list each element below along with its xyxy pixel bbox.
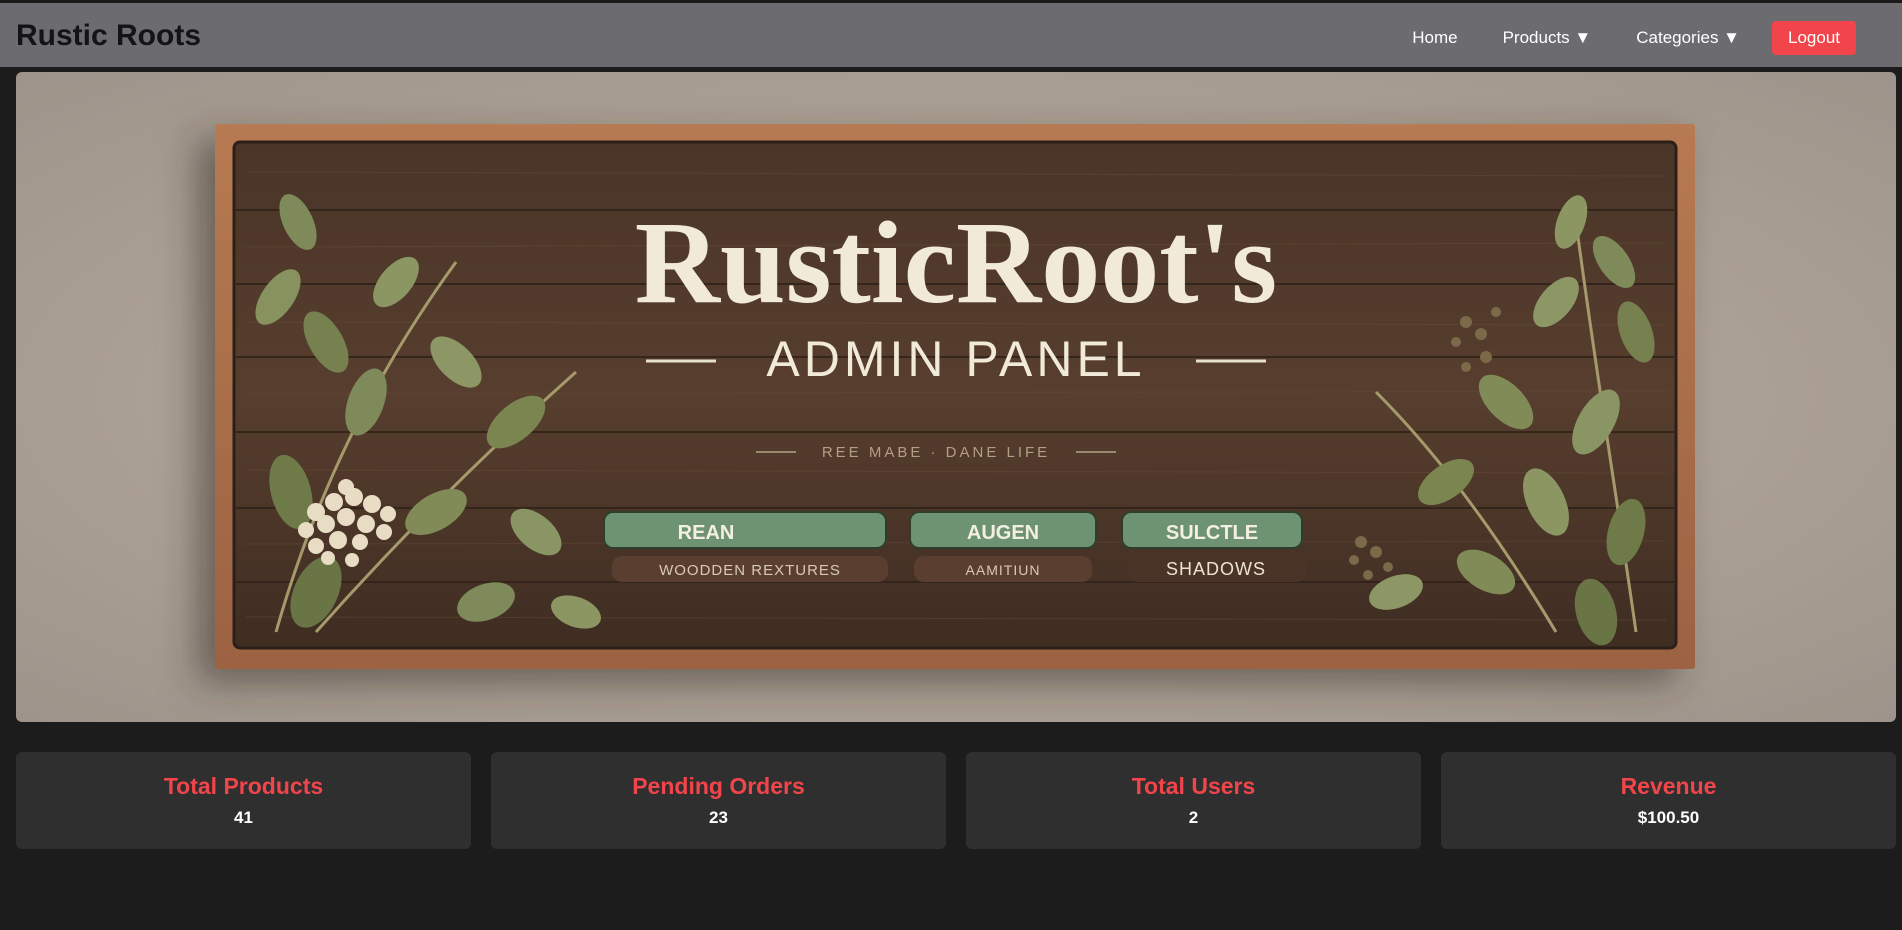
brand-logo-text[interactable]: Rustic Roots: [16, 19, 201, 53]
stat-card-value: 41: [234, 808, 253, 827]
logout-button[interactable]: Logout: [1772, 21, 1856, 55]
banner-tag-1-sub: WOODDEN REXTURES: [659, 562, 841, 579]
stat-card-revenue: Revenue $100.50: [1441, 752, 1896, 849]
banner-title: RusticRoot's: [635, 197, 1277, 328]
banner-subtitle: ADMIN PANEL: [766, 331, 1145, 387]
stat-card-title: Pending Orders: [632, 773, 805, 799]
stat-card-title: Total Products: [163, 773, 324, 799]
banner-tag-3-label: SULCTLE: [1166, 522, 1258, 544]
stat-card-value: 23: [709, 808, 728, 827]
banner-tag-3: SULCTLE SHADOWS: [1121, 511, 1306, 582]
stat-card-title: Revenue: [1620, 773, 1717, 799]
nav-home-link[interactable]: Home: [1412, 28, 1457, 48]
banner-tag-1-label: REAN: [678, 522, 735, 544]
banner-tag-1: REAN WOODDEN REXTURES: [603, 511, 888, 582]
banner-tag-3-sub: SHADOWS: [1166, 559, 1266, 579]
nav-categories-dropdown[interactable]: Categories ▼: [1636, 28, 1740, 48]
banner-tag-2: AUGEN AAMITIUN: [909, 511, 1097, 582]
main-nav: Home Products ▼ Categories ▼ Logout: [1367, 21, 1856, 55]
banner-tagline: REE MABE · DANE LIFE: [822, 444, 1050, 461]
stat-card-value: 2: [1188, 808, 1199, 827]
top-navbar: Rustic Roots Home Products ▼ Categories …: [0, 0, 1902, 67]
stats-cards: Total Products 41 Pending Orders 23 Tota…: [16, 752, 1896, 849]
stat-card-total-products: Total Products 41: [16, 752, 471, 849]
stat-card-pending-orders: Pending Orders 23: [491, 752, 946, 849]
stat-card-value: $100.50: [1637, 808, 1700, 827]
nav-products-dropdown[interactable]: Products ▼: [1503, 28, 1592, 48]
banner-tag-2-sub: AAMITIUN: [966, 562, 1041, 578]
stat-card-title: Total Users: [1131, 773, 1256, 799]
stat-card-total-users: Total Users 2: [966, 752, 1421, 849]
hero-banner-image: RusticRoot's ADMIN PANEL REE MABE · DANE…: [16, 72, 1896, 722]
wooden-sign-illustration: RusticRoot's ADMIN PANEL REE MABE · DANE…: [215, 124, 1695, 669]
banner-tag-2-label: AUGEN: [967, 522, 1039, 544]
